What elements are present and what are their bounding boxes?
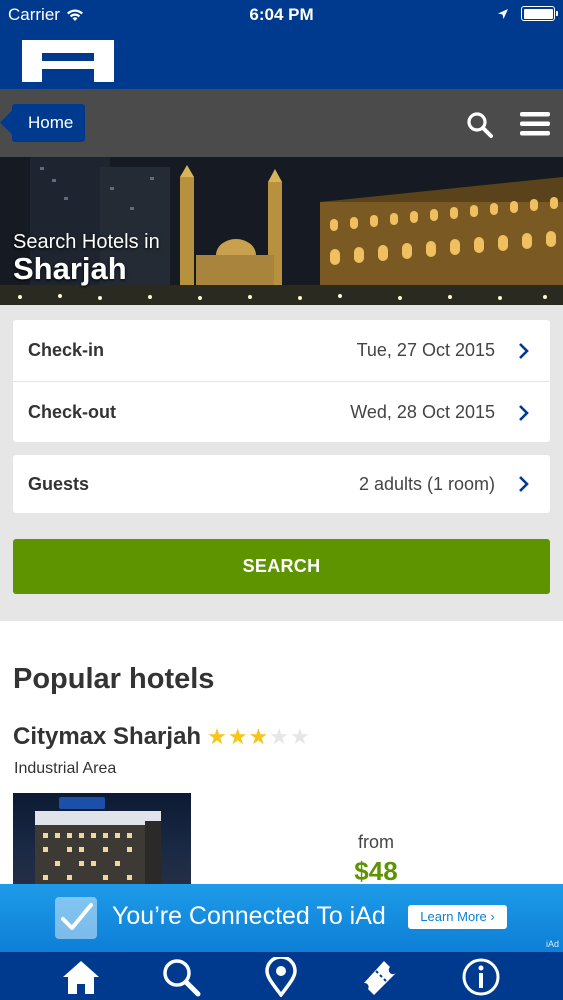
ad-message: You’re Connected To iAd [112, 902, 386, 930]
guests-label: Guests [28, 474, 90, 494]
hero-banner: Search Hotels in Sharjah [0, 157, 563, 305]
status-right [497, 6, 558, 21]
iad-badge: iAd [545, 939, 559, 949]
hero-city-title: Sharjah [13, 251, 127, 286]
map-pin-icon[interactable] [260, 957, 302, 997]
iad-banner[interactable]: You’re Connected To iAd Learn More › iAd [0, 884, 563, 952]
hotel-star-rating: ★ ★ ★ ★ ★ [207, 726, 310, 748]
hotel-area: Industrial Area [14, 760, 117, 777]
home-icon[interactable] [60, 957, 102, 997]
guests-value: 2 adults (1 room) [358, 474, 495, 494]
status-bar: Carrier 6:04 PM [0, 0, 563, 30]
tab-bar [0, 952, 563, 1000]
checkin-row[interactable]: Check-in Tue, 27 Oct 2015 [13, 320, 550, 381]
guests-card: Guests 2 adults (1 room) [13, 455, 550, 513]
hamburger-menu-icon[interactable] [520, 111, 550, 137]
nav-bar: Home [0, 89, 563, 157]
hotel-building-illustration [35, 797, 161, 893]
dates-card: Check-in Tue, 27 Oct 2015 Check-out Wed,… [13, 320, 550, 442]
guests-row[interactable]: Guests 2 adults (1 room) [13, 455, 550, 513]
chevron-right-icon [519, 476, 529, 492]
ticket-icon[interactable] [358, 957, 400, 997]
checkout-row[interactable]: Check-out Wed, 28 Oct 2015 [13, 381, 550, 442]
learn-more-button[interactable]: Learn More › [408, 905, 507, 929]
star-icon: ★ [248, 724, 269, 749]
popular-hotels-heading: Popular hotels [13, 663, 215, 695]
hotel-name: Citymax Sharjah [13, 723, 202, 750]
brand-bar [0, 30, 563, 89]
hotel-price: $48 [354, 856, 398, 886]
star-icon: ★ [207, 724, 227, 749]
chevron-right-icon [519, 405, 529, 421]
chevron-right-icon [519, 343, 529, 359]
info-icon[interactable] [460, 957, 502, 997]
search-icon[interactable] [466, 111, 494, 139]
checkmark-icon [55, 897, 97, 939]
hotel-card-title[interactable]: Citymax Sharjah ★ ★ ★ ★ ★ [13, 723, 310, 751]
price-from-label: from [358, 832, 394, 852]
checkout-value: Wed, 28 Oct 2015 [350, 402, 495, 422]
star-empty-icon: ★ [290, 724, 310, 749]
search-icon[interactable] [160, 957, 202, 997]
location-arrow-icon [498, 8, 508, 19]
checkin-label: Check-in [28, 340, 105, 360]
home-button[interactable]: Home [12, 104, 86, 142]
checkin-value: Tue, 27 Oct 2015 [356, 340, 495, 360]
clock: 6:04 PM [249, 5, 314, 24]
search-form: Check-in Tue, 27 Oct 2015 Check-out Wed,… [0, 305, 563, 621]
checkout-label: Check-out [28, 402, 117, 422]
hotel-h-logo-icon[interactable] [22, 40, 114, 82]
star-empty-icon: ★ [269, 724, 290, 749]
hotel-photo[interactable] [13, 793, 191, 893]
battery-icon [521, 6, 558, 21]
search-button[interactable]: SEARCH [13, 539, 550, 594]
star-icon: ★ [227, 724, 248, 749]
home-button-label: Home [28, 113, 74, 132]
